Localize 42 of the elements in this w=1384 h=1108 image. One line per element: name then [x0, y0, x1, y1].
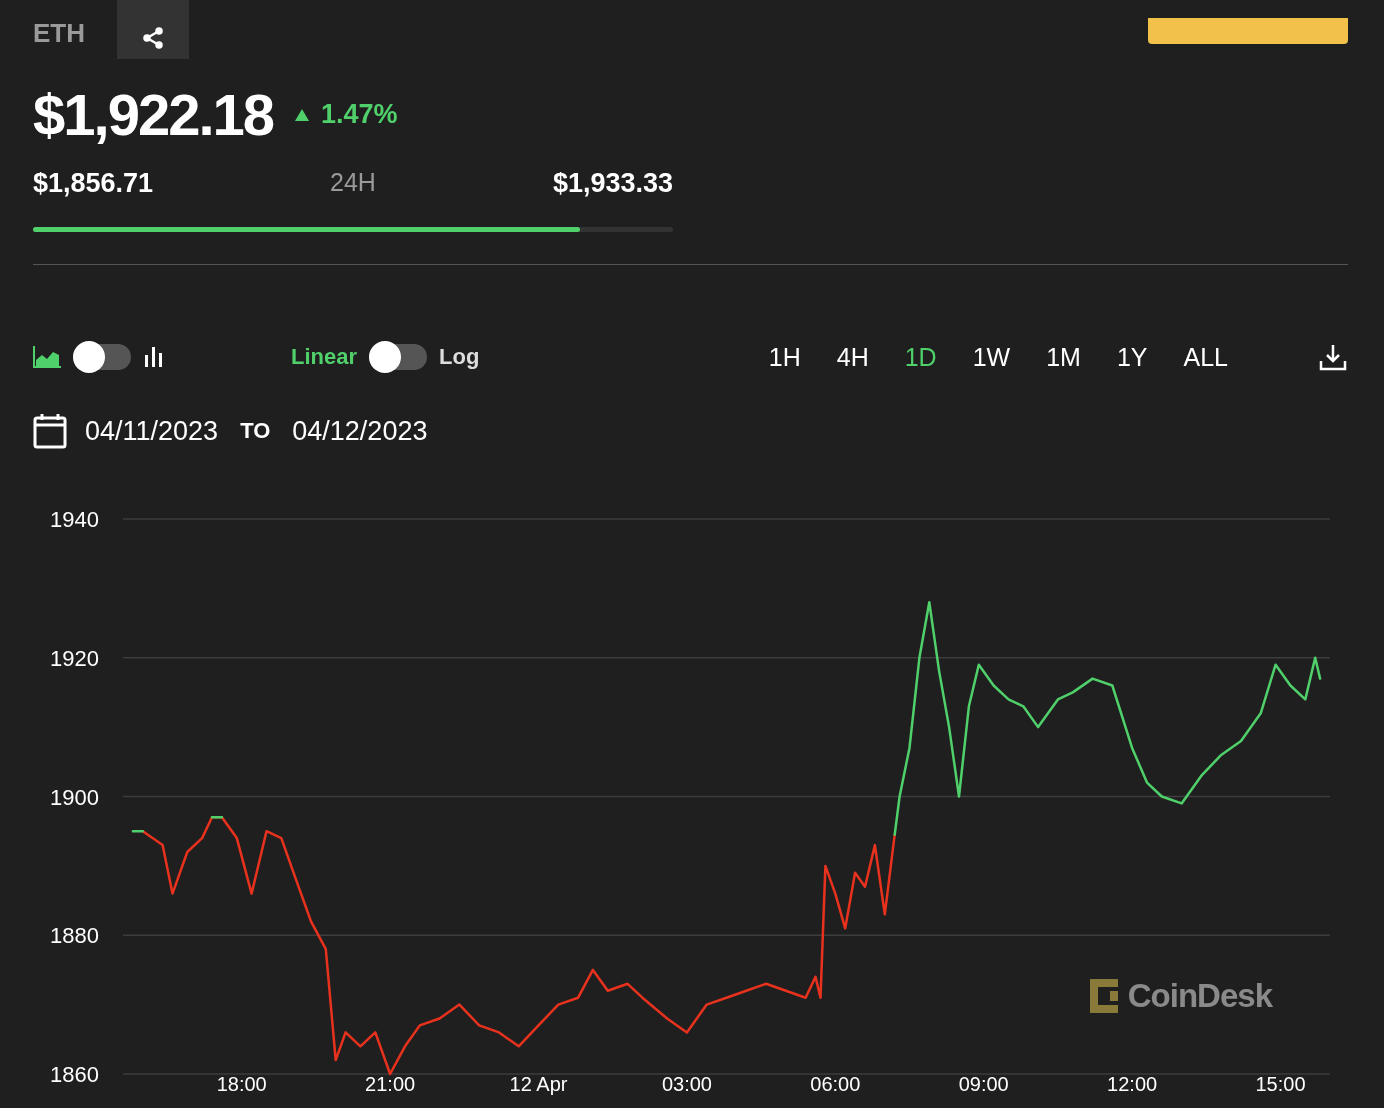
axis-label: 12 Apr — [509, 1073, 568, 1095]
brand-logo: CoinDesk — [1087, 977, 1272, 1015]
download-icon — [1318, 342, 1348, 372]
range-low: $1,856.71 — [33, 168, 155, 199]
log-label: Log — [439, 344, 480, 370]
axis-label: 18:00 — [216, 1073, 267, 1095]
axis-label: 1940 — [50, 507, 99, 532]
share-button[interactable] — [117, 0, 189, 59]
chart-type-switch[interactable] — [73, 344, 131, 370]
asset-symbol: ETH — [33, 18, 85, 49]
axis-label: 1880 — [50, 923, 99, 949]
period-tab[interactable]: 1W — [954, 342, 1029, 372]
period-tab[interactable]: ALL — [1165, 342, 1246, 372]
axis-label: 1860 — [50, 1062, 99, 1087]
range-period: 24H — [330, 168, 376, 198]
axis-label: 15:00 — [1255, 1073, 1306, 1095]
axis-label: 1920 — [50, 645, 99, 671]
period-tab[interactable]: 1H — [750, 342, 819, 372]
price-change: 1.47% — [321, 99, 398, 130]
date-separator: TO — [240, 418, 271, 444]
period-tab[interactable]: 1Y — [1098, 342, 1166, 372]
axis-label: 12:00 — [1107, 1073, 1158, 1095]
share-icon — [141, 26, 165, 50]
axis-label: 06:00 — [810, 1073, 861, 1095]
axis-label: 21:00 — [365, 1073, 416, 1095]
range-high: $1,933.33 — [551, 168, 673, 199]
price: $1,922.18 — [33, 81, 274, 148]
start-date[interactable]: 04/11/2023 — [85, 415, 219, 447]
axis-label: 1900 — [50, 784, 99, 810]
period-tab[interactable]: 1D — [886, 342, 955, 372]
axis-label: 03:00 — [661, 1073, 712, 1095]
scale-switch[interactable] — [369, 344, 428, 370]
up-arrow-icon — [295, 108, 310, 121]
end-date[interactable]: 04/12/2023 — [292, 415, 428, 447]
area-chart-icon — [33, 346, 61, 368]
linear-label: Linear — [291, 344, 358, 370]
axis-label: 09:00 — [958, 1073, 1009, 1095]
download-button[interactable] — [1318, 342, 1348, 372]
bar-chart-icon — [143, 345, 165, 369]
period-tab[interactable]: 4H — [818, 342, 887, 372]
calendar-icon — [33, 413, 67, 449]
period-tab[interactable]: 1M — [1028, 342, 1099, 372]
